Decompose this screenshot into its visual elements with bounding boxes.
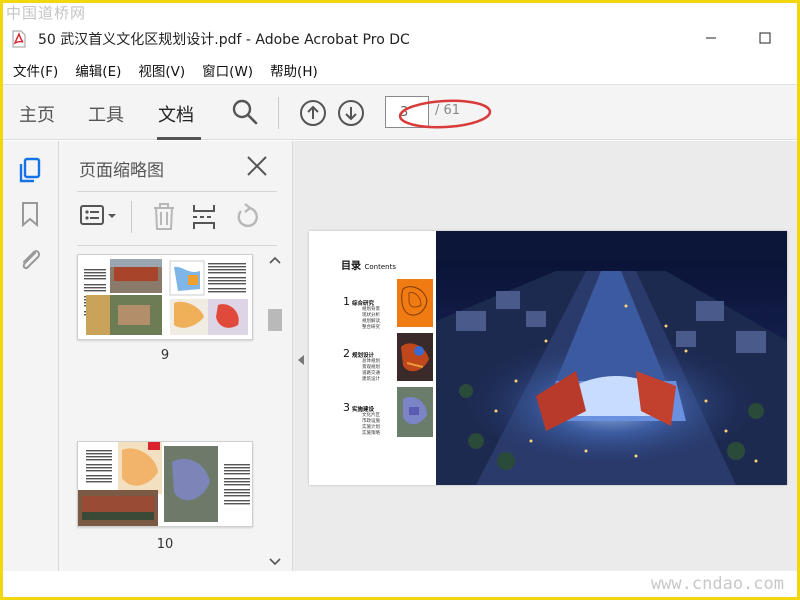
thumbnail-9-image [78,255,252,339]
menu-help[interactable]: 帮助(H) [270,60,318,80]
active-tab-indicator [157,137,201,140]
toc-section-heading: 规划设计 [352,353,375,359]
scroll-up-icon [269,256,281,264]
panel-divider [77,191,277,192]
thumbnail-page-number: 9 [160,348,170,363]
toolbar-separator [278,97,279,129]
toc-section-heading: 综合研究 [352,301,375,307]
menu-view[interactable]: 视图(V) [138,60,185,80]
arrow-up-circle-icon[interactable] [299,99,327,131]
options-menu-icon[interactable] [79,203,119,233]
search-icon[interactable] [231,98,259,130]
attachment-icon[interactable] [17,245,43,277]
toc-title-en: Contents [364,263,396,271]
menu-file[interactable]: 文件(F) [13,60,58,80]
toc-section-heading: 实施建设 [352,407,375,413]
panel-tool-separator [131,201,132,233]
panel-title: 页面缩略图 [79,161,164,181]
close-icon[interactable] [245,154,269,182]
thumbnail-panel: 页面缩略图 9 10 [59,141,293,571]
night-aerial-render-image [436,231,787,485]
pdf-file-icon [12,30,26,48]
collapse-panel-icon[interactable] [297,351,305,370]
maximize-icon[interactable] [755,28,775,48]
toc-subitem: 建筑设计 [362,377,380,382]
toc-image [397,333,433,381]
toc-subitem: 整合研究 [362,325,380,330]
minimize-icon[interactable] [701,28,721,48]
menu-window[interactable]: 窗口(W) [202,60,253,80]
arrow-down-circle-icon[interactable] [337,99,365,131]
insert-page-icon[interactable] [191,203,217,235]
annotation-ellipse [397,97,493,131]
toc-section-number: 3 [343,401,350,414]
toc-section-number: 2 [343,347,350,360]
toc-section-number: 1 [343,295,350,308]
tab-document[interactable]: 文档 [158,101,194,127]
window-title: 50 武汉首义文化区规划设计.pdf - Adobe Acrobat Pro D… [38,32,410,48]
menu-edit[interactable]: 编辑(E) [75,60,121,80]
scroll-down-icon [269,558,281,566]
title-bar: 50 武汉首义文化区规划设计.pdf - Adobe Acrobat Pro D… [3,24,797,54]
page-thumbnails-icon[interactable] [17,157,43,189]
thumbnail-10-image [78,442,252,526]
thumbnail-scrollbar[interactable] [265,253,283,571]
thumbnail-page-9[interactable] [77,254,253,340]
rotate-icon[interactable] [233,203,261,235]
thumbnail-page-10[interactable] [77,441,253,527]
tab-tools[interactable]: 工具 [88,101,124,127]
watermark-top: 中国道桥网 [6,4,87,22]
tab-home[interactable]: 主页 [19,101,55,127]
menu-bar: 文件(F) 编辑(E) 视图(V) 窗口(W) 帮助(H) [3,58,325,82]
bookmark-icon[interactable] [20,201,40,231]
toc-image [397,279,433,327]
left-navigation-rail [3,141,59,571]
delete-icon[interactable] [151,203,177,235]
toc-subitem: 实施策略 [362,431,380,436]
toc-image [397,387,433,437]
panel-divider [77,245,277,246]
toc-title: 目录 Contents [341,261,396,272]
thumbnail-page-number: 10 [156,537,174,552]
pdf-page: 目录 Contents 1 综合研究 规划背景 现状分析 规划解读 整合研究 2… [309,231,787,485]
document-view[interactable]: 目录 Contents 1 综合研究 规划背景 现状分析 规划解读 整合研究 2… [293,141,797,571]
watermark-bottom: www.cndao.com [650,574,784,594]
scrollbar-thumb[interactable] [268,309,282,331]
